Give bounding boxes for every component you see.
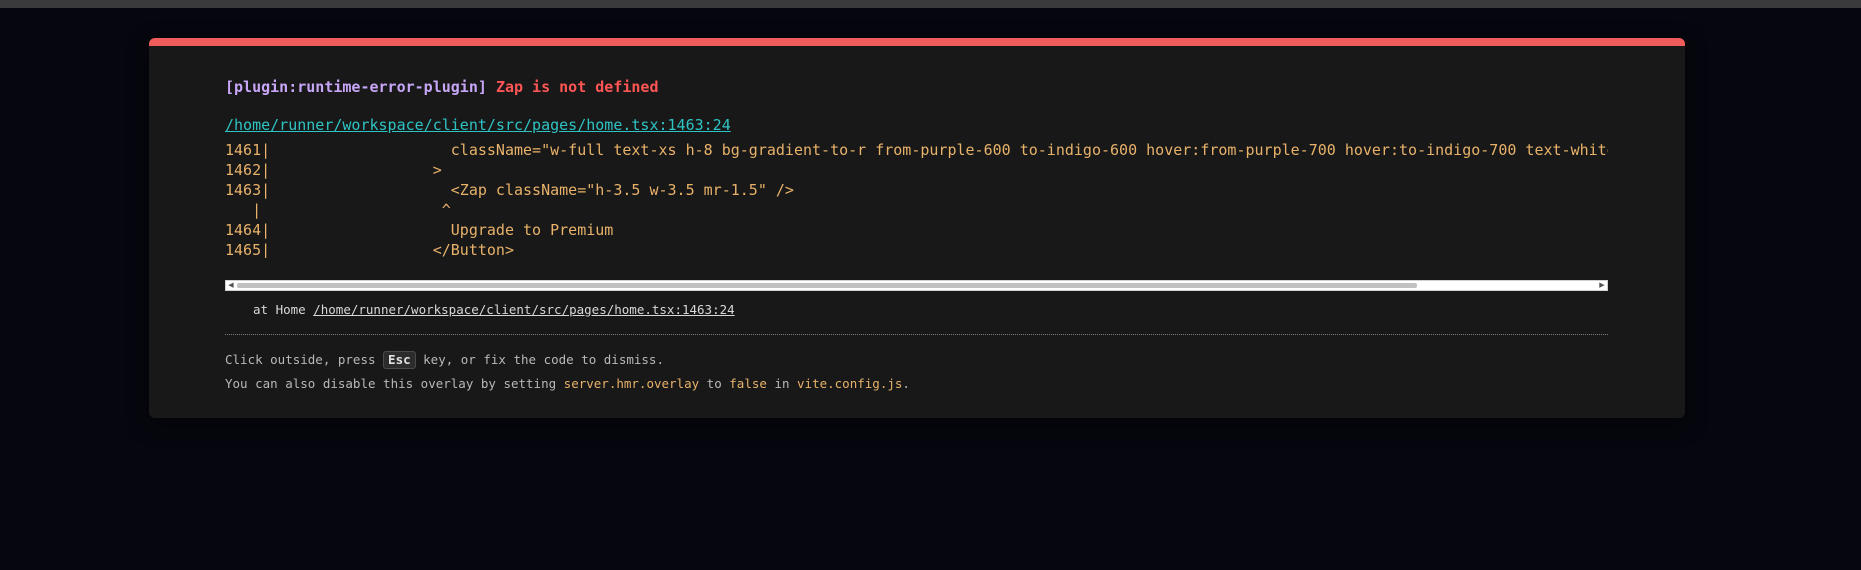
- scroll-right-icon[interactable]: ▶: [1597, 281, 1607, 290]
- scroll-thumb[interactable]: [237, 283, 1417, 288]
- line-number: 1464|: [225, 221, 271, 239]
- dismiss-tip: Click outside, press Esc key, or fix the…: [225, 350, 664, 370]
- divider: [225, 334, 1608, 335]
- stack-prefix: at Home: [253, 302, 306, 317]
- config-file: vite.config.js: [797, 376, 903, 391]
- horizontal-scrollbar[interactable]: ◀ ▶: [225, 280, 1608, 291]
- line-code: </Button>: [270, 241, 514, 258]
- scroll-left-icon[interactable]: ◀: [226, 281, 236, 290]
- line-number: |: [225, 201, 262, 219]
- error-text: Zap is not defined: [495, 78, 659, 96]
- tip-text: Click outside, press: [225, 352, 376, 367]
- stack-trace: at Home /home/runner/workspace/client/sr…: [253, 302, 735, 318]
- line-code: className="w-full text-xs h-8 bg-gradien…: [270, 141, 1608, 159]
- stack-file-link[interactable]: /home/runner/workspace/client/src/pages/…: [313, 302, 734, 317]
- config-tip: You can also disable this overlay by set…: [225, 374, 910, 394]
- error-overlay[interactable]: [plugin:runtime-error-plugin] Zap is not…: [149, 38, 1685, 418]
- plugin-name: [plugin:runtime-error-plugin]: [225, 78, 487, 96]
- esc-key: Esc: [383, 351, 416, 369]
- code-frame[interactable]: 1461| className="w-full text-xs h-8 bg-g…: [225, 138, 1608, 258]
- line-code: ^: [261, 201, 451, 219]
- tip-text: to: [706, 376, 722, 391]
- tip-text: .: [902, 376, 910, 391]
- error-file-link[interactable]: /home/runner/workspace/client/src/pages/…: [225, 116, 731, 134]
- browser-top-bar: [0, 0, 1861, 8]
- line-number: 1463|: [225, 181, 271, 199]
- tip-text: You can also disable this overlay by set…: [225, 376, 557, 391]
- config-value: false: [729, 376, 767, 391]
- code-line: 1465| </Button>: [225, 238, 514, 258]
- tip-text: key, or fix the code to dismiss.: [423, 352, 664, 367]
- tip-text: in: [774, 376, 790, 391]
- line-code: Upgrade to Premium: [270, 221, 614, 239]
- config-key: server.hmr.overlay: [563, 376, 700, 391]
- line-code: <Zap className="h-3.5 w-3.5 mr-1.5" />: [270, 181, 794, 199]
- line-number: 1461|: [225, 141, 271, 159]
- line-code: >: [270, 161, 442, 179]
- error-message: [plugin:runtime-error-plugin] Zap is not…: [225, 78, 659, 96]
- line-number: 1465|: [225, 241, 271, 258]
- line-number: 1462|: [225, 161, 271, 179]
